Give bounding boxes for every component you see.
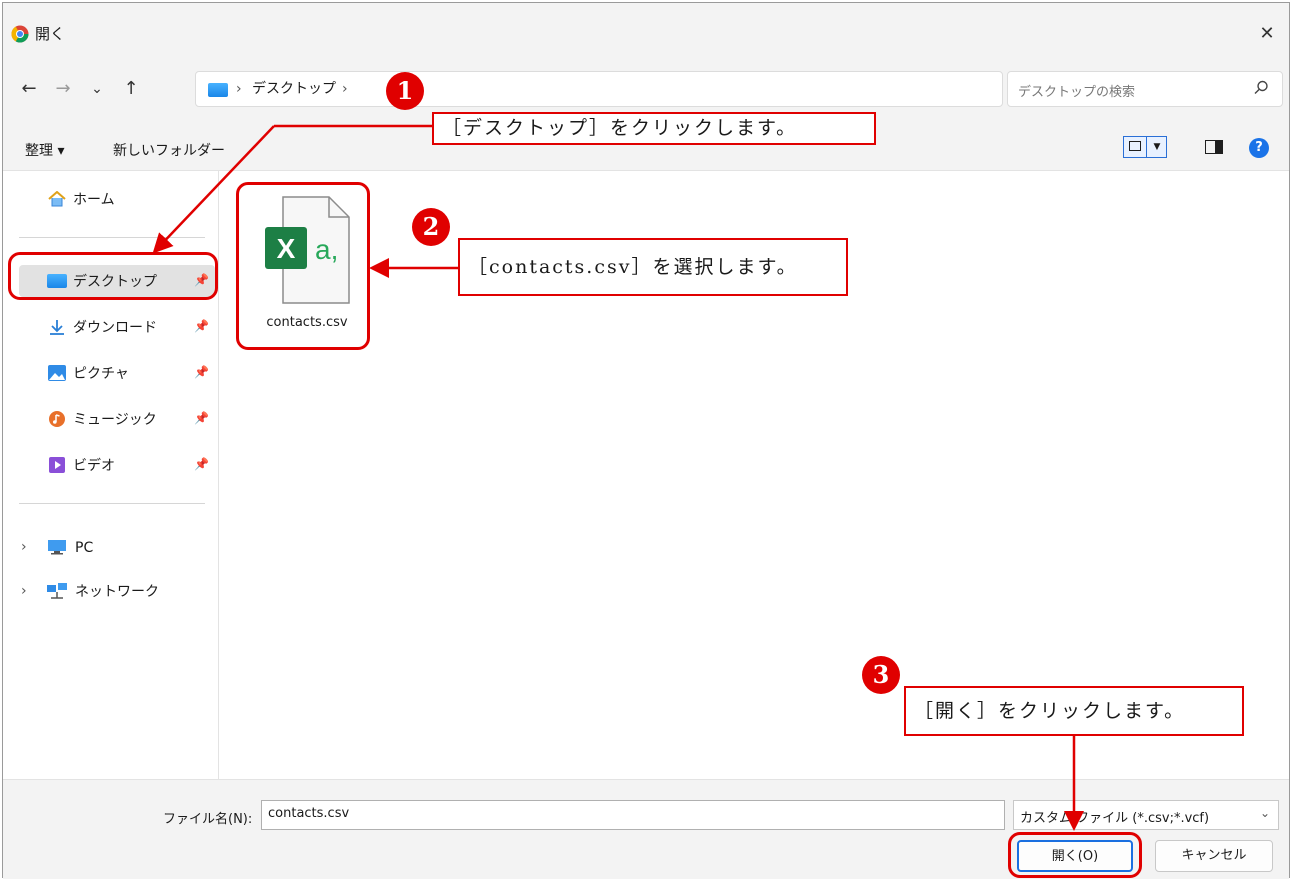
new-folder-button[interactable]: 新しいフォルダー	[113, 140, 225, 160]
pin-icon[interactable]: 📌	[194, 319, 209, 333]
video-icon	[49, 457, 65, 473]
annotation-callout-1: ［デスクトップ］をクリックします。	[432, 112, 876, 145]
annotation-callout-2: ［contacts.csv］を選択します。	[458, 238, 848, 296]
sidebar-item-network[interactable]: › ネットワーク	[3, 575, 215, 607]
preview-pane-icon[interactable]	[1205, 140, 1223, 154]
chrome-icon	[11, 25, 29, 43]
sidebar-item-label: PC	[75, 540, 94, 556]
annotation-highlight-file	[236, 182, 370, 350]
search-placeholder: デスクトップの検索	[1018, 85, 1136, 100]
search-icon	[1254, 80, 1268, 94]
chevron-right-icon[interactable]: ›	[21, 583, 27, 599]
view-options-button[interactable]: ▼	[1123, 136, 1167, 158]
filename-label: ファイル名(N):	[163, 812, 253, 827]
desktop-folder-icon	[208, 83, 228, 97]
home-icon	[48, 191, 66, 207]
network-icon	[47, 583, 67, 599]
forward-arrow-icon: →	[55, 78, 71, 99]
chevron-down-icon: ⌄	[1259, 806, 1270, 820]
sidebar-item-label: ネットワーク	[75, 584, 159, 600]
sidebar-item-pc[interactable]: › PC	[3, 531, 215, 563]
help-icon[interactable]: ?	[1249, 138, 1269, 158]
view-icon	[1129, 141, 1141, 151]
back-arrow-icon: ←	[21, 78, 37, 99]
recent-locations-button[interactable]: ⌄	[83, 75, 111, 103]
download-icon	[50, 320, 64, 335]
pictures-icon	[48, 365, 66, 381]
annotation-badge-1: 1	[386, 72, 424, 110]
sidebar-item-label: ビデオ	[73, 458, 115, 474]
pc-icon	[48, 540, 66, 555]
breadcrumb-separator-icon: ›	[236, 81, 242, 97]
sidebar-divider	[19, 237, 205, 238]
file-type-value: カスタム ファイル (*.csv;*.vcf)	[1020, 811, 1210, 826]
back-button[interactable]: ←	[15, 75, 43, 103]
sidebar-item-home[interactable]: ホーム	[19, 183, 215, 215]
sidebar-item-label: ピクチャ	[73, 366, 129, 382]
breadcrumb-separator-icon[interactable]: ›	[342, 80, 348, 98]
close-icon: ✕	[1259, 23, 1275, 44]
sidebar-item-pictures[interactable]: ピクチャ 📌	[19, 357, 215, 389]
annotation-highlight-desktop	[8, 252, 218, 300]
close-button[interactable]: ✕	[1249, 19, 1285, 49]
sidebar-item-label: ホーム	[73, 192, 115, 208]
window-title: 開く	[35, 25, 66, 43]
chevron-down-icon: ⌄	[91, 81, 103, 97]
address-bar[interactable]: › デスクトップ ›	[195, 71, 1003, 107]
breadcrumb-desktop[interactable]: デスクトップ	[252, 80, 336, 98]
pin-icon[interactable]: 📌	[194, 365, 209, 379]
sidebar-item-videos[interactable]: ビデオ 📌	[19, 449, 215, 481]
forward-button[interactable]: →	[49, 75, 77, 103]
dropdown-arrow-icon[interactable]: ▼	[1146, 137, 1167, 157]
pin-icon[interactable]: 📌	[194, 457, 209, 471]
sidebar-item-downloads[interactable]: ダウンロード 📌	[19, 311, 215, 343]
filename-input[interactable]: contacts.csv	[261, 800, 1005, 830]
search-box[interactable]: デスクトップの検索	[1007, 71, 1283, 107]
annotation-highlight-open	[1008, 832, 1142, 878]
music-icon	[49, 411, 65, 427]
annotation-callout-3: ［開く］をクリックします。	[904, 686, 1244, 736]
pin-icon[interactable]: 📌	[194, 411, 209, 425]
file-type-select[interactable]: カスタム ファイル (*.csv;*.vcf) ⌄	[1013, 800, 1279, 830]
title-bar: 開く ✕	[3, 3, 1289, 55]
cancel-button[interactable]: キャンセル	[1155, 840, 1273, 872]
sidebar-item-label: ダウンロード	[73, 320, 157, 336]
sidebar-item-label: ミュージック	[73, 412, 157, 428]
sidebar-item-music[interactable]: ミュージック 📌	[19, 403, 215, 435]
annotation-badge-2: 2	[412, 208, 450, 246]
chevron-right-icon[interactable]: ›	[21, 539, 27, 555]
up-button[interactable]: ↑	[117, 75, 145, 103]
sidebar-divider	[19, 503, 205, 504]
up-arrow-icon: ↑	[123, 78, 139, 99]
organize-menu[interactable]: 整理 ▾	[25, 140, 64, 160]
annotation-badge-3: 3	[862, 656, 900, 694]
